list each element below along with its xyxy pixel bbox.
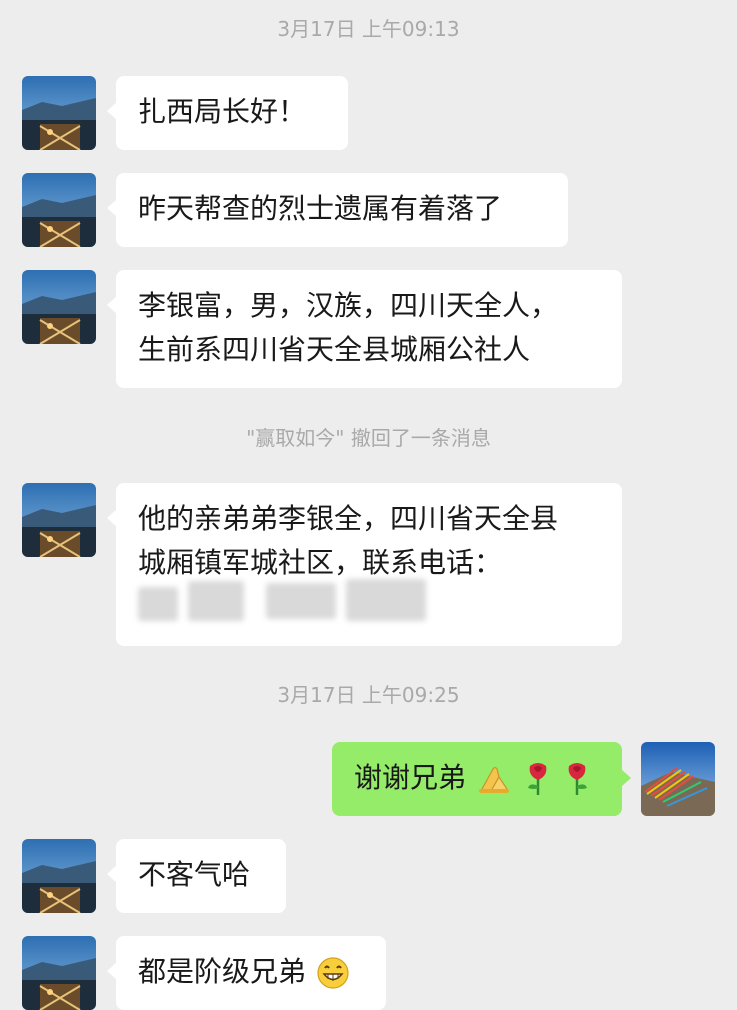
message-bubble-incoming[interactable]: 李银富，男，汉族，四川天全人， 生前系四川省天全县城厢公社人 bbox=[107, 270, 622, 388]
timestamp: 3月17日 上午09:25 bbox=[277, 683, 460, 707]
message-bubble-incoming[interactable]: 扎西局长好！ bbox=[107, 76, 348, 150]
contact-avatar[interactable] bbox=[22, 76, 96, 150]
avatar-lake-image bbox=[22, 270, 96, 344]
redacted-phone-number bbox=[266, 583, 336, 619]
rose-icon bbox=[568, 763, 587, 795]
grinning-face-icon bbox=[317, 957, 349, 989]
message-text: 都是阶级兄弟 bbox=[138, 955, 307, 988]
message-text-line: 生前系四川省天全县城厢公社人 bbox=[138, 333, 531, 366]
my-avatar[interactable] bbox=[641, 742, 715, 816]
avatar-prayer-flags-image bbox=[641, 742, 715, 816]
contact-avatar[interactable] bbox=[22, 173, 96, 247]
redacted-phone-number bbox=[346, 579, 426, 621]
message-text-line: 他的亲弟弟李银全，四川省天全县 bbox=[138, 502, 559, 535]
redacted-phone-number bbox=[188, 581, 244, 621]
message-text: 谢谢兄弟 bbox=[354, 761, 467, 794]
avatar-lake-image bbox=[22, 173, 96, 247]
avatar-lake-image bbox=[22, 76, 96, 150]
avatar-lake-image bbox=[22, 483, 96, 557]
message-text: 不客气哈 bbox=[138, 858, 251, 891]
message-bubble-outgoing[interactable]: 谢谢兄弟 bbox=[332, 742, 631, 816]
timestamp: 3月17日 上午09:13 bbox=[277, 17, 460, 41]
message-text: 昨天帮查的烈士遗属有着落了 bbox=[138, 192, 503, 225]
contact-avatar[interactable] bbox=[22, 936, 96, 1010]
message-text: 扎西局长好！ bbox=[138, 95, 307, 128]
message-text-line: 李银富，男，汉族，四川天全人， bbox=[138, 289, 559, 322]
praying-hands-icon bbox=[478, 766, 509, 793]
contact-avatar[interactable] bbox=[22, 839, 96, 913]
contact-avatar[interactable] bbox=[22, 270, 96, 344]
redacted-phone-number bbox=[138, 587, 178, 621]
message-bubble-incoming[interactable]: 都是阶级兄弟 bbox=[107, 936, 386, 1010]
message-bubble-incoming[interactable]: 昨天帮查的烈士遗属有着落了 bbox=[107, 173, 568, 247]
avatar-lake-image bbox=[22, 936, 96, 1010]
recall-notice: "赢取如今" 撤回了一条消息 bbox=[246, 426, 491, 450]
avatar-lake-image bbox=[22, 839, 96, 913]
message-bubble-incoming[interactable]: 不客气哈 bbox=[107, 839, 286, 913]
contact-avatar[interactable] bbox=[22, 483, 96, 557]
rose-icon bbox=[527, 763, 547, 795]
message-bubble-incoming[interactable]: 他的亲弟弟李银全，四川省天全县 城厢镇军城社区，联系电话： bbox=[107, 483, 622, 646]
